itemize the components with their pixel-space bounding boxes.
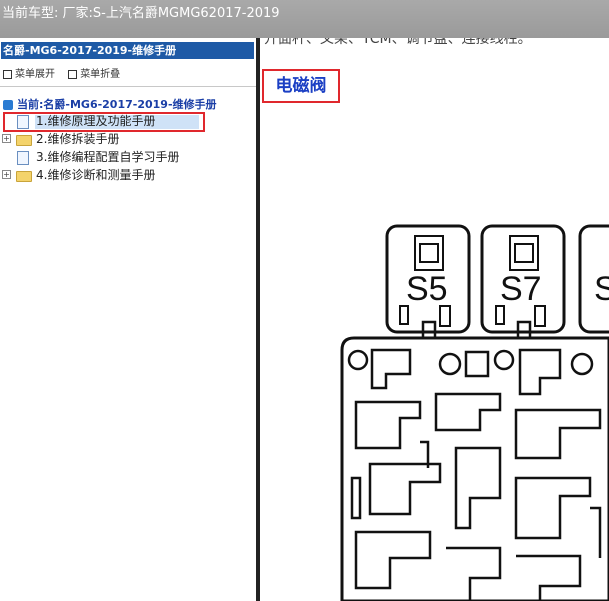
expand-label: 菜单展开: [15, 69, 55, 80]
folder-icon: [16, 171, 32, 182]
tree-item-label: 2.维修拆装手册: [36, 132, 120, 146]
diagram-label: S7: [500, 270, 542, 308]
expand-plus-icon[interactable]: +: [2, 134, 11, 143]
title-bar: 当前车型: 厂家:S-上汽名爵MGMG62017-2019: [0, 0, 609, 38]
expand-plus-icon[interactable]: +: [2, 170, 11, 179]
tree-item-label: 3.维修编程配置自学习手册: [36, 150, 180, 164]
collapse-label: 菜单折叠: [80, 69, 121, 80]
diagram-label: S: [594, 270, 609, 308]
expand-icon: [3, 69, 12, 79]
document-icon: [17, 151, 29, 165]
menu-collapse-button[interactable]: 菜单折叠: [68, 65, 120, 80]
vehicle-info: 当前车型: 厂家:S-上汽名爵MGMG62017-2019: [2, 6, 280, 21]
valve-body-diagram: S5 S7 S: [340, 224, 609, 601]
tree-item-label: 4.维修诊断和测量手册: [36, 168, 156, 182]
folder-icon: [16, 135, 32, 146]
manual-icon: [3, 100, 13, 110]
tree-item-label: 1.维修原理及功能手册: [36, 114, 156, 128]
menu-expand-button[interactable]: 菜单展开: [3, 65, 55, 80]
valve-body-outline: [340, 336, 609, 601]
collapse-icon: [68, 69, 78, 79]
sidebar-title: 名爵-MG6-2017-2019-维修手册: [1, 42, 254, 59]
diagram-label: S5: [406, 270, 448, 308]
divider: [0, 86, 256, 87]
document-icon: [17, 115, 29, 129]
current-label: 当前:名爵-MG6-2017-2019-维修手册: [17, 98, 217, 111]
content-pane: 开面杆、叉架、TCM、调节盘、连接线柱。 电磁阀 S5 S7 S: [260, 38, 609, 601]
sidebar: 名爵-MG6-2017-2019-维修手册 菜单展开 菜单折叠 当前:名爵-MG…: [0, 38, 256, 601]
current-manual[interactable]: 当前:名爵-MG6-2017-2019-维修手册: [3, 96, 217, 112]
menu-buttons: 菜单展开 菜单折叠: [3, 65, 130, 80]
